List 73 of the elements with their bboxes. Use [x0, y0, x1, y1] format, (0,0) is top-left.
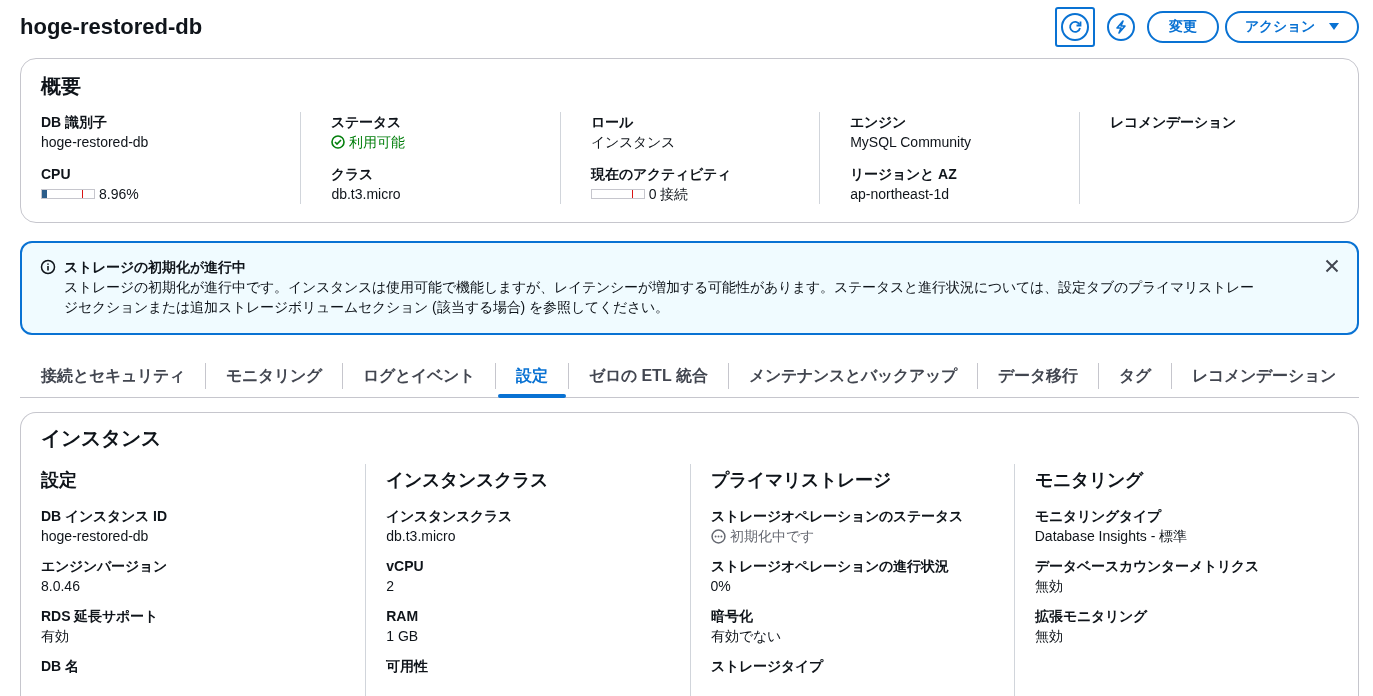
meter-value: 8.96%	[99, 185, 139, 204]
field-label: 拡張モニタリング	[1034, 607, 1149, 626]
field-label: ストレージオペレーションのステータス	[710, 507, 964, 526]
field-label: データベースカウンターメトリクス	[1034, 557, 1260, 576]
pending-icon	[710, 528, 726, 544]
section-title: インスタンスクラス	[386, 469, 550, 492]
field-label: 可用性	[386, 657, 430, 676]
alert-message: ストレージの初期化が進行中です。インスタンスは使用可能で機能しますが、レイテンシーが増加する可能性があります。ステータスと進行状況については、設定タブのプライマリストレージセクションまたは追加ストレージボリュームセクション (該当する場合) を参照してください。	[64, 278, 1255, 317]
refresh-button[interactable]	[1055, 7, 1095, 47]
field-label: DB 識別子	[41, 113, 109, 132]
field-value: db.t3.micro	[331, 185, 402, 204]
field-label: ロール	[590, 113, 634, 132]
field-value: 0%	[710, 577, 732, 596]
field-label: クラス	[331, 165, 375, 184]
field-value: 2	[386, 577, 396, 596]
alert-title: ストレージの初期化が進行中	[64, 258, 247, 277]
field-label: RDS 延長サポート	[41, 607, 160, 626]
field-label: 現在のアクティビティ	[590, 165, 732, 184]
field-label: ステータス	[331, 113, 403, 132]
field-label: DB インスタンス ID	[41, 507, 168, 526]
bolt-icon	[1114, 20, 1128, 34]
field-value: 無効	[1034, 627, 1064, 646]
field-value: 無効	[1034, 577, 1064, 596]
field-label: エンジン	[850, 113, 908, 132]
tab[interactable]: 設定	[496, 355, 568, 397]
actions-dropdown[interactable]: アクション	[1225, 11, 1359, 43]
tab[interactable]: レコメンデーション	[1171, 355, 1356, 397]
field-value: db.t3.micro	[386, 527, 457, 546]
field-label: 暗号化	[710, 607, 754, 626]
field-label: モニタリングタイプ	[1034, 507, 1163, 526]
meter-bar	[41, 189, 95, 199]
field-value: hoge-restored-db	[41, 133, 150, 152]
field-label: RAM	[386, 607, 420, 626]
page-title: hoge-restored-db	[20, 14, 203, 40]
section-title: モニタリング	[1034, 469, 1145, 492]
field-label: vCPU	[386, 557, 425, 576]
field-value: 有効	[41, 627, 70, 646]
meter-bar	[590, 189, 645, 199]
check-circle-icon	[331, 135, 346, 149]
field-value: 8.0.46	[41, 577, 81, 596]
tab[interactable]: メンテナンスとバックアップ	[728, 355, 977, 397]
tab[interactable]: ログとイベント	[343, 355, 495, 397]
field-label: レコメンデーション	[1109, 113, 1237, 132]
field-value: 1 GB	[386, 627, 420, 646]
status-value: 利用可能	[349, 133, 406, 152]
meter-value: 0 接続	[648, 185, 689, 204]
caret-icon	[1329, 23, 1339, 31]
tab[interactable]: タグ	[1098, 355, 1171, 397]
field-label: DB 名	[41, 657, 81, 676]
field-value: Database Insights - 標準	[1034, 527, 1189, 546]
field-value: ap-northeast-1d	[850, 185, 951, 204]
field-label: インスタンスクラス	[386, 507, 514, 526]
status-value: 初期化中です	[729, 527, 814, 546]
field-value: MySQL Community	[850, 133, 973, 152]
field-label: エンジンバージョン	[41, 557, 168, 576]
tab[interactable]: 接続とセキュリティ	[20, 355, 205, 397]
field-value: 有効でない	[710, 627, 782, 646]
card-title: インスタンス	[41, 426, 162, 451]
tab[interactable]: モニタリング	[206, 355, 342, 397]
info-icon	[40, 259, 56, 275]
tab[interactable]: ゼロの ETL 統合	[569, 355, 728, 397]
card-title: 概要	[41, 74, 82, 99]
modify-button[interactable]: 変更	[1147, 11, 1219, 43]
section-title: 設定	[41, 469, 78, 492]
field-label: ストレージタイプ	[710, 657, 825, 676]
field-value: hoge-restored-db	[41, 527, 150, 546]
tab[interactable]: データ移行	[977, 355, 1098, 397]
section-title: プライマリストレージ	[710, 469, 892, 492]
refresh-icon	[1068, 20, 1082, 34]
field-label: CPU	[41, 165, 72, 184]
field-label: ストレージオペレーションの進行状況	[710, 557, 950, 576]
field-value: インスタンス	[590, 133, 676, 152]
field-label: リージョンと AZ	[850, 165, 958, 184]
